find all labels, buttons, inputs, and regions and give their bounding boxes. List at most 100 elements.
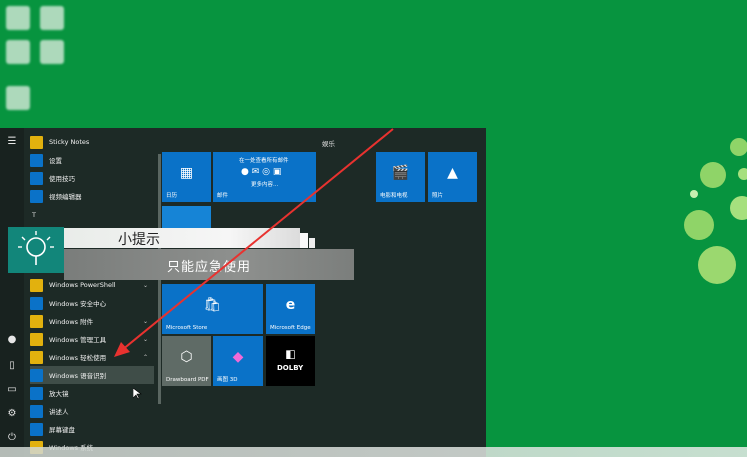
app-label: Windows 附件 <box>49 318 94 326</box>
app-tips[interactable]: 使用技巧 <box>30 169 154 187</box>
desktop-icon-2[interactable] <box>40 6 64 30</box>
app-label: 设置 <box>49 157 62 165</box>
microphone-icon <box>30 368 43 382</box>
decorative-bubble <box>698 246 736 284</box>
app-label: 视频编辑器 <box>49 193 82 201</box>
folder-icon <box>30 314 43 328</box>
power-icon[interactable]: ⏻ <box>6 432 18 444</box>
start-rail: ☰ ● ▯ ▭ ⚙ ⏻ <box>0 128 24 457</box>
app-windows-ease-of-access[interactable]: Windows 轻松使用 ⌃ <box>30 348 154 366</box>
start-menu: ☰ ● ▯ ▭ ⚙ ⏻ Sticky Notes 设置 使用技巧 视频编辑器 T… <box>0 128 486 457</box>
calendar-icon: ▦ <box>179 165 194 181</box>
settings-gear-icon[interactable]: ⚙ <box>6 408 18 420</box>
tile-drawboard[interactable]: ⬡ Drawboard PDF <box>162 336 211 386</box>
dolby-label: DOLBY <box>277 364 304 372</box>
sticky-notes-icon <box>30 135 43 149</box>
tip-lightbulb-box <box>8 227 64 273</box>
app-windows-accessories[interactable]: Windows 附件 ⌄ <box>30 312 154 330</box>
taskbar <box>0 447 747 457</box>
desktop-icon-1[interactable] <box>6 6 30 30</box>
mail-header: 在一处查看所有邮件 <box>239 158 289 164</box>
app-speech-recognition[interactable]: Windows 语音识别 <box>30 366 154 384</box>
dolby-icon: ◧ <box>285 347 296 361</box>
letter-header-t[interactable]: T <box>32 211 36 219</box>
video-icon <box>30 189 43 203</box>
app-list: Sticky Notes 设置 使用技巧 视频编辑器 T Windows Pow… <box>24 128 156 457</box>
chevron-down-icon: ⌄ <box>142 317 148 325</box>
tile-partial[interactable] <box>162 206 211 228</box>
desktop-icon-5[interactable] <box>6 86 30 110</box>
documents-icon[interactable]: ▯ <box>6 360 18 372</box>
group-label-entertainment[interactable]: 娱乐 <box>322 138 335 148</box>
tip-title: 小提示 <box>118 232 160 248</box>
tile-store[interactable]: 🛍 Microsoft Store <box>162 284 263 334</box>
mail-more: 更多内容... <box>251 182 279 188</box>
app-label: 放大镜 <box>49 390 69 398</box>
app-label: 使用技巧 <box>49 175 75 183</box>
tile-label: 邮件 <box>217 193 229 199</box>
decorative-bubble <box>730 196 747 220</box>
chevron-down-icon: ⌄ <box>142 281 148 289</box>
app-windows-admin-tools[interactable]: Windows 管理工具 ⌄ <box>30 330 154 348</box>
desktop-icon-4[interactable] <box>40 40 64 64</box>
decorative-bubble <box>700 162 726 188</box>
pictures-icon[interactable]: ▭ <box>6 384 18 396</box>
app-sticky-notes[interactable]: Sticky Notes <box>30 133 154 151</box>
mouse-cursor-icon <box>133 388 142 400</box>
tile-paint3d[interactable]: ◆ 画图 3D <box>213 336 263 386</box>
folder-icon <box>30 350 43 364</box>
app-label: Windows 语音识别 <box>49 372 107 380</box>
app-settings[interactable]: 设置 <box>30 151 154 169</box>
decorative-bubble <box>690 190 698 198</box>
tip-body-text: 只能应急使用 <box>167 260 252 275</box>
tile-dolby[interactable]: ◧ DOLBY <box>266 336 315 386</box>
app-windows-security[interactable]: Windows 安全中心 <box>30 294 154 312</box>
keyboard-icon <box>30 422 43 436</box>
folder-icon <box>30 278 43 292</box>
app-label: Windows PowerShell <box>49 281 116 289</box>
app-video-editor[interactable]: 视频编辑器 <box>30 187 154 205</box>
edge-icon: e <box>285 297 296 313</box>
tile-label: Microsoft Store <box>166 325 208 331</box>
mail-app-icons: ● ✉ ◎ ▣ <box>241 167 282 177</box>
photo-icon: ▲ <box>447 165 458 181</box>
tip-decoration <box>309 238 315 248</box>
gear-icon <box>30 153 43 167</box>
app-narrator[interactable]: 讲述人 <box>30 402 154 420</box>
tip-decoration <box>300 233 308 248</box>
film-icon: 🎬 <box>391 165 410 181</box>
lightbulb-icon <box>18 231 54 265</box>
tile-label: 日历 <box>166 193 178 199</box>
tile-movies-tv[interactable]: 🎬 电影和电视 <box>376 152 425 202</box>
app-label: 讲述人 <box>49 408 69 416</box>
tile-label: Microsoft Edge <box>270 325 311 331</box>
narrator-icon <box>30 404 43 418</box>
magnifier-icon <box>30 386 43 400</box>
folder-icon <box>30 332 43 346</box>
hamburger-icon[interactable]: ☰ <box>6 136 18 148</box>
app-label: Windows 安全中心 <box>49 300 107 308</box>
lightbulb-icon <box>30 171 43 185</box>
chevron-down-icon: ⌄ <box>142 335 148 343</box>
tip-title-bar <box>64 228 300 248</box>
app-label: Sticky Notes <box>49 138 90 146</box>
desktop-icon-3[interactable] <box>6 40 30 64</box>
paint3d-icon: ◆ <box>232 349 244 365</box>
shopping-bag-icon: 🛍 <box>203 297 222 313</box>
shield-icon <box>30 296 43 310</box>
tile-photos[interactable]: ▲ 照片 <box>428 152 477 202</box>
app-label: 屏幕键盘 <box>49 426 75 434</box>
app-label: Windows 轻松使用 <box>49 354 107 362</box>
decorative-bubble <box>730 138 747 156</box>
tile-mail[interactable]: 在一处查看所有邮件 ● ✉ ◎ ▣ 更多内容... 邮件 <box>213 152 316 202</box>
app-on-screen-keyboard[interactable]: 屏幕键盘 <box>30 420 154 438</box>
user-avatar-icon[interactable]: ● <box>6 334 18 346</box>
tile-edge[interactable]: e Microsoft Edge <box>266 284 315 334</box>
tile-calendar[interactable]: ▦ 日历 <box>162 152 211 202</box>
app-label: Windows 管理工具 <box>49 336 107 344</box>
tile-label: Drawboard PDF <box>166 377 209 383</box>
tile-label: 电影和电视 <box>380 193 408 199</box>
hexagon-icon: ⬡ <box>180 349 193 365</box>
chevron-up-icon: ⌃ <box>142 353 148 361</box>
decorative-bubble <box>738 168 747 180</box>
